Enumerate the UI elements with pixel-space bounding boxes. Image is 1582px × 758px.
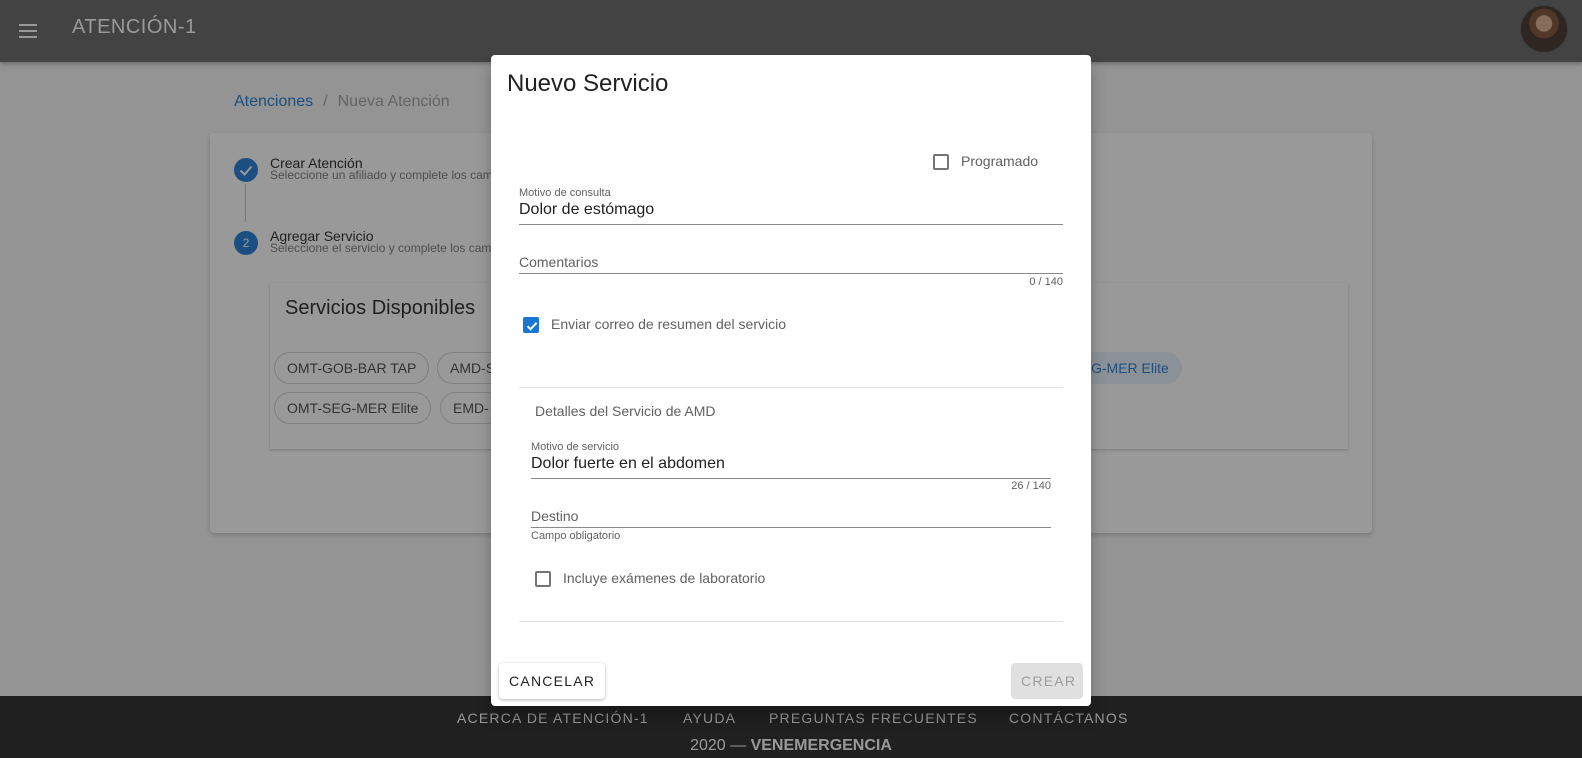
dialog-divider	[519, 387, 1063, 388]
destino-underline	[531, 527, 1051, 528]
motivo-servicio-input[interactable]: Dolor fuerte en el abdomen	[531, 455, 725, 473]
programado-label: Programado	[961, 153, 1039, 169]
enviar-correo-checkbox[interactable]	[523, 317, 539, 333]
laboratorio-label: Incluye exámenes de laboratorio	[563, 570, 766, 586]
cancel-button[interactable]: CANCELAR	[499, 663, 606, 699]
check-icon	[526, 322, 538, 331]
motivo-servicio-counter: 26 / 140	[1011, 480, 1051, 492]
motivo-consulta-label: Motivo de consulta	[519, 187, 611, 199]
motivo-servicio-underline	[531, 478, 1051, 479]
destino-input[interactable]: Destino	[531, 508, 578, 524]
destino-hint: Campo obligatorio	[531, 530, 621, 542]
enviar-correo-label: Enviar correo de resumen del servicio	[551, 316, 786, 332]
comentarios-counter: 0 / 140	[1029, 276, 1063, 288]
dialog-divider	[519, 621, 1063, 622]
motivo-servicio-label: Motivo de servicio	[531, 441, 620, 453]
motivo-consulta-input[interactable]: Dolor de estómago	[519, 201, 654, 219]
dialog-title: Nuevo Servicio	[507, 70, 669, 97]
programado-checkbox[interactable]	[933, 154, 949, 170]
detalles-title: Detalles del Servicio de AMD	[535, 403, 716, 419]
motivo-consulta-underline	[519, 224, 1063, 225]
create-button[interactable]: CREAR	[1011, 663, 1083, 699]
comentarios-input[interactable]: Comentarios	[519, 254, 598, 270]
new-service-dialog: Nuevo Servicio Programado Motivo de cons…	[491, 55, 1091, 706]
comentarios-underline	[519, 273, 1063, 274]
laboratorio-checkbox[interactable]	[535, 571, 551, 587]
